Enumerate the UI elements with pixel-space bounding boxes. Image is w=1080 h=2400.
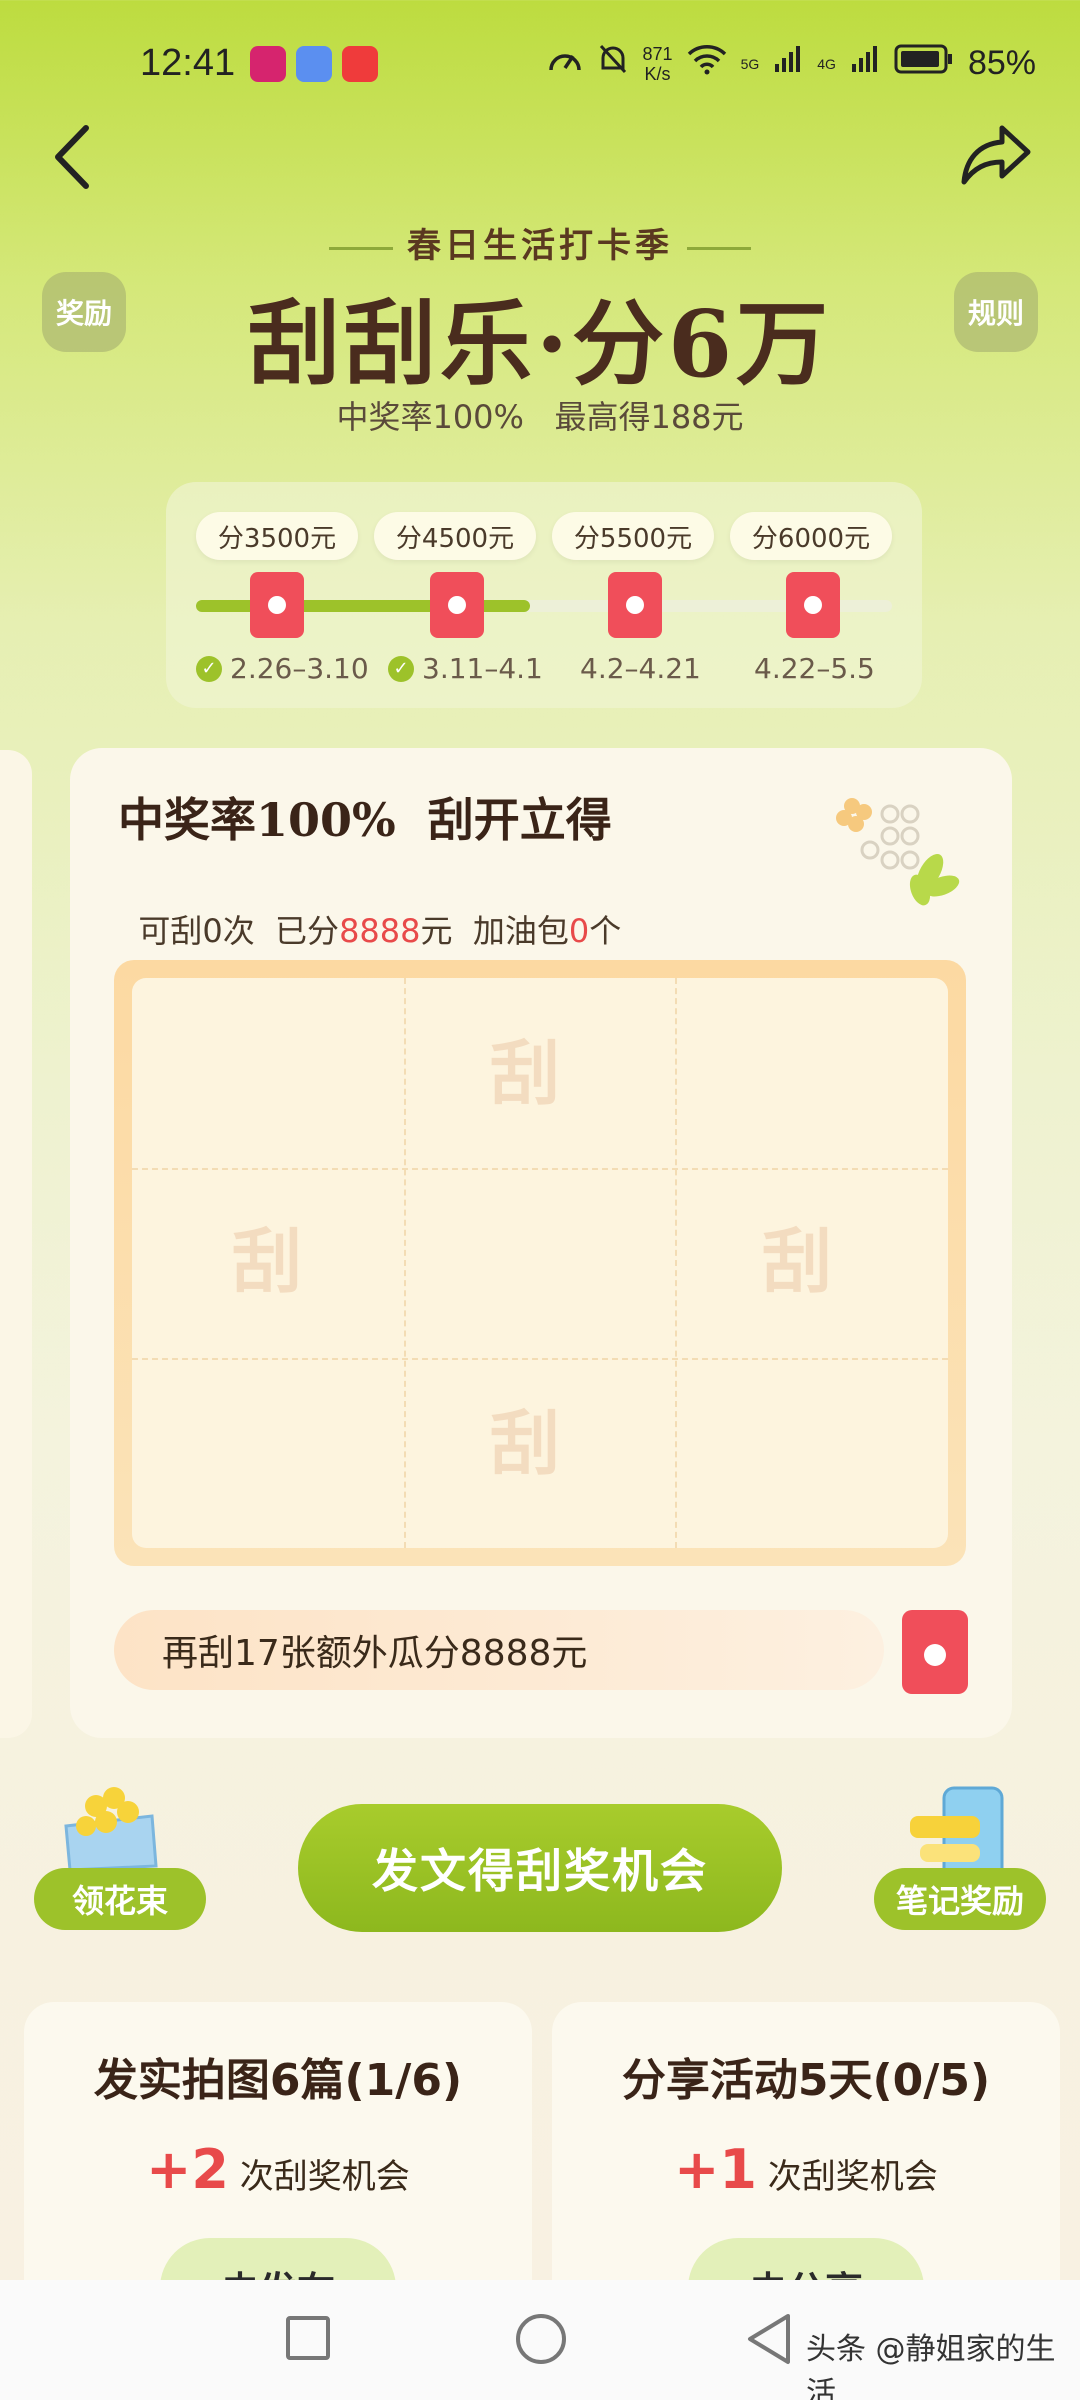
flower-bouquet-icon [56,1776,166,1872]
stage-dates-4: 4.22–5.5 [754,652,875,685]
stage-dates-1: ✓ 2.26–3.10 [196,652,369,685]
net-speed: 871 K/s [643,44,673,84]
stats-count: 0 [568,912,590,950]
triangle-back-icon [748,2314,790,2364]
grid-line [132,1357,948,1360]
red-envelope-icon[interactable] [250,572,304,638]
scratch-cell-char: 刮 [490,1402,560,1485]
task-reward-1: +2 次刮奖机会 [24,2138,532,2201]
stats-text-a: 可刮0次 已分 [138,912,340,950]
stage-dates-text: 4.2–4.21 [580,652,701,685]
season-title: 春日生活打卡季 [407,226,673,266]
grid-line [403,978,406,1548]
scratch-cell-char: 刮 [232,1220,302,1303]
net-speed-value: 871 [642,43,673,64]
page-subtitle: 中奖率100% 最高得188元 [336,398,744,436]
app-notification-icon [250,46,286,82]
grid-line [675,978,678,1548]
huawei-app-icon [342,46,378,82]
card-stats: 可刮0次 已分8888元 加油包0个 [118,868,621,952]
task-title-1: 发实拍图6篇(1/6) [93,2055,463,2106]
divider-right [687,246,751,250]
stage-amount-1: 分3500元 [196,512,358,560]
task-plus-1: +2 [146,2138,229,2201]
signal-bars-icon [773,44,803,83]
flower-decoration-icon [830,790,960,910]
signal-bars-icon [850,44,880,83]
red-envelope-icon[interactable] [430,572,484,638]
battery-percent: 85% [967,44,1036,82]
stage-dates-2: ✓ 3.11–4.1 [388,652,543,685]
watermark: 头条 @静姐家的生活 [806,2332,1056,2400]
check-icon: ✓ [388,655,414,682]
home-button[interactable] [516,2314,566,2364]
red-envelope-icon[interactable] [902,1610,968,1694]
season-banner: 春日生活打卡季 [0,218,1080,267]
stage-amount-3: 分5500元 [552,512,714,560]
divider-left [329,246,393,250]
post-for-chance-button[interactable]: 发文得刮奖机会 [298,1804,782,1932]
red-envelope-icon[interactable] [786,572,840,638]
scratch-cell-char: 刮 [490,1032,560,1115]
rules-button[interactable]: 规则 [954,272,1038,352]
get-flowers-button[interactable]: 领花束 [34,1868,206,1930]
page-title: 刮刮乐·分6万 [247,290,833,398]
scratch-area[interactable]: 刮 刮 刮 刮 [114,960,966,1566]
red-envelope-icon[interactable] [608,572,662,638]
task-reward-text-2: 次刮奖机会 [757,2157,938,2197]
grid-line [132,1167,948,1170]
status-time: 12:41 [140,42,236,84]
stage-dates-text: 3.11–4.1 [422,652,543,685]
speedometer-icon [547,44,583,83]
note-rewards-button[interactable]: 笔记奖励 [874,1868,1046,1930]
stats-text-c: 个 [589,912,622,950]
bonus-banner: 再刮17张额外瓜分8888元 [114,1610,884,1690]
check-icon: ✓ [196,655,222,682]
signal-4g-label: 4G [817,55,836,72]
stage-amount-4: 分6000元 [730,512,892,560]
chevron-left-icon [55,125,89,189]
task-reward-text-1: 次刮奖机会 [229,2157,410,2197]
share-button[interactable] [958,120,1034,190]
rewards-button[interactable]: 奖励 [42,272,126,352]
scratch-cell-char: 刮 [762,1220,832,1303]
share-arrow-icon [961,125,1031,185]
card-title: 中奖率100% 刮开立得 [118,793,612,847]
stage-dates-text: 4.22–5.5 [754,652,875,685]
wifi-icon [687,43,727,84]
stage-dates-text: 2.26–3.10 [230,652,369,685]
mute-bell-icon [597,42,629,85]
signal-5g-label: 5G [740,55,760,72]
recent-apps-button[interactable] [286,2316,330,2360]
battery-icon [894,43,954,84]
stage-amount-2: 分4500元 [374,512,536,560]
stage-dates-3: 4.2–4.21 [580,652,701,685]
stats-text-b: 元 加油包 [420,912,569,950]
back-triangle-button[interactable] [744,2312,794,2366]
status-icons: 871 K/s 5G 4G 85% [547,42,1036,85]
music-app-icon [296,46,332,82]
scratch-surface[interactable]: 刮 刮 刮 刮 [132,978,948,1548]
task-plus-2: +1 [674,2138,757,2201]
net-speed-unit: K/s [644,63,671,84]
previous-card-peek[interactable] [0,750,32,1738]
task-reward-2: +1 次刮奖机会 [552,2138,1060,2201]
stats-amount: 8888 [339,912,421,950]
back-button[interactable] [46,122,100,192]
task-title-2: 分享活动5天(0/5) [621,2055,991,2106]
